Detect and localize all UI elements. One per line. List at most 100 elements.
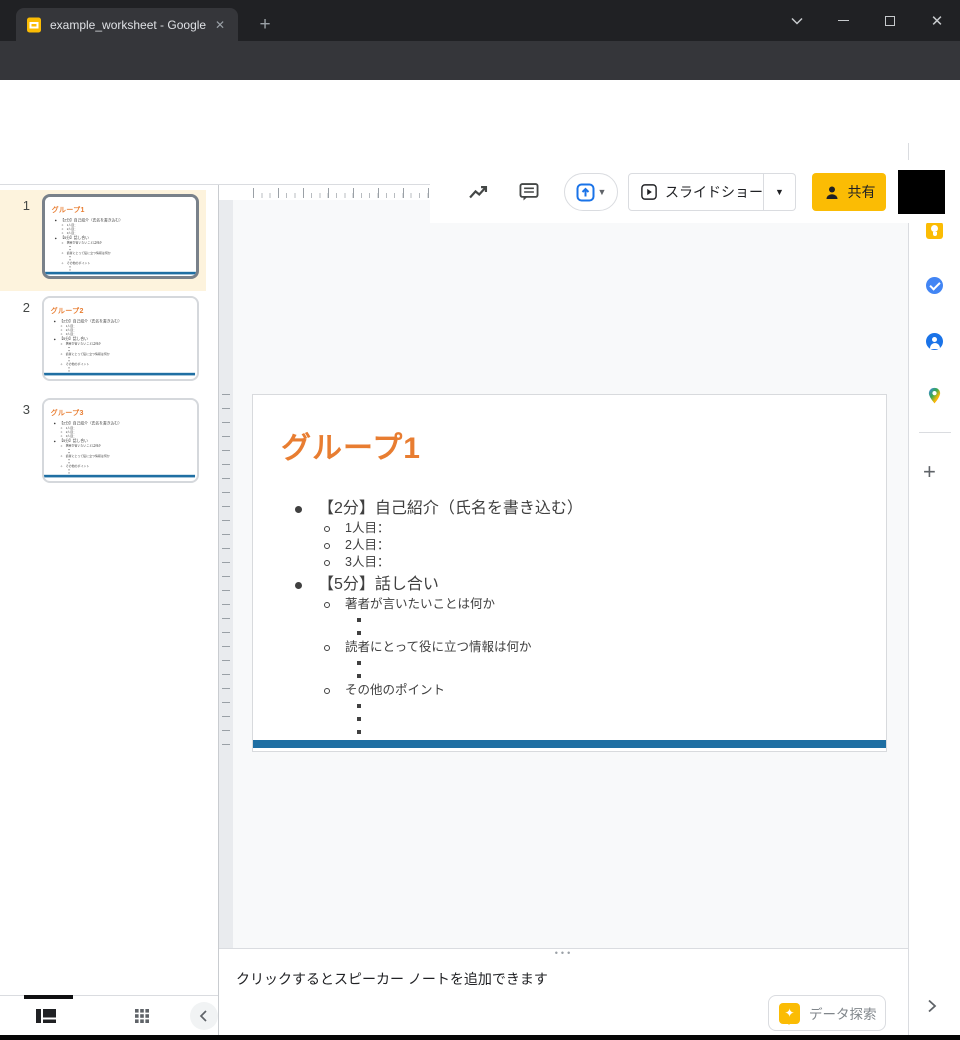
slide-title-textbox: グループ3 bbox=[51, 407, 84, 417]
bullet-text: その他のポイント bbox=[345, 683, 445, 697]
empty-bullet-line[interactable] bbox=[253, 725, 886, 738]
maps-app-icon[interactable] bbox=[926, 387, 943, 404]
tab-close-icon[interactable]: ✕ bbox=[212, 17, 228, 33]
slide-accent-bar bbox=[44, 475, 195, 478]
share-button[interactable]: 共有 bbox=[812, 173, 886, 211]
thumbnail-preview: グループ3【2分】自己紹介（氏名を書き込む）1人目：2人目：3人目：【5分】話し… bbox=[44, 400, 195, 478]
bullet-line[interactable]: 著者が言いたいことは何か bbox=[253, 596, 886, 613]
filmstrip-view-icon[interactable] bbox=[36, 1008, 56, 1024]
header-actions: ▼ スライドショー ▼ 共有 bbox=[430, 160, 960, 223]
notes-resize-handle-icon[interactable]: ••• bbox=[544, 949, 584, 957]
empty-bullet-line[interactable] bbox=[253, 669, 886, 682]
slide-title-textbox[interactable]: グループ1 bbox=[281, 423, 421, 467]
notes-placeholder[interactable]: クリックするとスピーカー ノートを追加できます bbox=[236, 969, 548, 989]
active-view-indicator bbox=[24, 995, 73, 999]
bullet-marker-icon bbox=[61, 325, 62, 326]
bullet-marker-icon bbox=[324, 543, 330, 549]
slide-body-textbox: 【2分】自己紹介（氏名を書き込む）1人目：2人目：3人目：【5分】話し合い著者が… bbox=[44, 319, 195, 376]
bullet-marker-icon bbox=[70, 249, 71, 250]
bullet-marker-icon bbox=[357, 674, 361, 678]
bullet-marker-icon bbox=[69, 472, 70, 473]
bullet-line[interactable]: 【5分】話し合い bbox=[253, 574, 886, 596]
bullet-line[interactable]: 【2分】自己紹介（氏名を書き込む） bbox=[253, 498, 886, 520]
bullet-marker-icon bbox=[324, 688, 330, 694]
bullet-text: 3人目： bbox=[66, 332, 76, 335]
bullet-marker-icon bbox=[61, 427, 62, 428]
bullet-line[interactable]: 読者にとって役に立つ情報は何か bbox=[253, 639, 886, 656]
slideshow-label: スライドショー bbox=[665, 182, 763, 202]
bullet-marker-icon bbox=[70, 266, 71, 267]
slide-accent-bar bbox=[253, 740, 886, 748]
bullet-text: 【2分】自己紹介（氏名を書き込む） bbox=[318, 500, 583, 517]
bullet-line: 3人目： bbox=[44, 434, 195, 438]
present-dropdown-caret-icon[interactable]: ▼ bbox=[598, 187, 607, 197]
bullet-marker-icon bbox=[61, 435, 62, 436]
slide-thumbnail-2[interactable]: グループ2【2分】自己紹介（氏名を書き込む）1人目：2人目：3人目：【5分】話し… bbox=[42, 296, 199, 381]
bullet-marker-icon bbox=[70, 269, 71, 270]
chevron-right-icon[interactable] bbox=[924, 998, 940, 1014]
bullet-marker-icon bbox=[61, 445, 62, 446]
contacts-app-icon[interactable] bbox=[926, 333, 943, 350]
slide-number: 3 bbox=[8, 402, 30, 417]
bullet-line[interactable]: その他のポイント bbox=[253, 682, 886, 699]
window-menu-chevron-icon[interactable] bbox=[774, 0, 820, 41]
slideshow-dropdown-button[interactable]: ▼ bbox=[764, 173, 796, 211]
bullet-text: 3人目： bbox=[67, 231, 77, 234]
bullet-marker-icon bbox=[62, 232, 63, 233]
bullet-marker-icon bbox=[55, 220, 57, 222]
empty-bullet-line[interactable] bbox=[253, 613, 886, 626]
bullet-text: 【2分】自己紹介（氏名を書き込む） bbox=[59, 421, 122, 425]
bullet-text: 【2分】自己紹介（氏名を書き込む） bbox=[59, 319, 122, 323]
browser-tab[interactable]: example_worksheet - Google スラ ✕ bbox=[16, 8, 238, 41]
bullet-marker-icon bbox=[295, 506, 302, 513]
bullet-marker-icon bbox=[61, 455, 62, 456]
bullet-marker-icon bbox=[62, 263, 63, 264]
bullet-text: 読者にとって役に立つ情報は何か bbox=[345, 640, 532, 654]
bullet-marker-icon bbox=[62, 252, 63, 253]
bullet-marker-icon bbox=[70, 256, 71, 257]
share-label: 共有 bbox=[848, 182, 876, 202]
bullet-marker-icon bbox=[69, 462, 70, 463]
bullet-text: 3人目： bbox=[345, 555, 389, 569]
empty-bullet-line[interactable] bbox=[253, 712, 886, 725]
bullet-line[interactable]: 3人目： bbox=[253, 554, 886, 571]
new-tab-button[interactable]: + bbox=[252, 12, 278, 38]
bullet-marker-icon bbox=[69, 449, 70, 450]
bullet-marker-icon bbox=[61, 466, 62, 467]
slides-header: example_worksheet ☆ ファイル編集表示挿入表示形式スライド配置 bbox=[0, 80, 960, 143]
sidebar-divider bbox=[919, 432, 951, 433]
window-bottom-edge bbox=[0, 1035, 960, 1040]
account-avatar[interactable] bbox=[898, 170, 945, 214]
bullet-marker-icon bbox=[54, 423, 56, 425]
comment-history-icon[interactable] bbox=[518, 181, 540, 203]
vertical-ruler bbox=[219, 200, 233, 948]
get-addons-button[interactable]: + bbox=[923, 461, 936, 483]
bullet-marker-icon bbox=[324, 560, 330, 566]
window-maximize-button[interactable] bbox=[867, 0, 913, 41]
empty-bullet-line[interactable] bbox=[253, 699, 886, 712]
slide-thumbnail-3[interactable]: グループ3【2分】自己紹介（氏名を書き込む）1人目：2人目：3人目：【5分】話し… bbox=[42, 398, 199, 483]
play-icon bbox=[641, 183, 657, 201]
activity-dashboard-icon[interactable] bbox=[467, 181, 489, 203]
window-minimize-button[interactable] bbox=[820, 0, 866, 41]
empty-bullet-line[interactable] bbox=[253, 626, 886, 639]
window-close-button[interactable]: ✕ bbox=[914, 0, 960, 41]
browser-toolbar: ← → ↻ docs.google.com /presentation/d/ ☆… bbox=[0, 41, 960, 80]
tasks-app-icon[interactable] bbox=[926, 277, 943, 294]
bullet-marker-icon bbox=[69, 350, 70, 351]
bullet-text: 【5分】話し合い bbox=[318, 576, 439, 593]
bullet-line[interactable]: 2人目： bbox=[253, 537, 886, 554]
slideshow-button[interactable]: スライドショー bbox=[628, 173, 764, 211]
present-button[interactable]: ▼ bbox=[564, 173, 618, 211]
collapse-filmstrip-button[interactable] bbox=[190, 1002, 218, 1030]
slide-thumbnail-1[interactable]: グループ1【2分】自己紹介（氏名を書き込む）1人目：2人目：3人目：【5分】話し… bbox=[42, 194, 199, 279]
bullet-line[interactable]: 1人目： bbox=[253, 520, 886, 537]
grid-view-icon[interactable] bbox=[134, 1008, 150, 1024]
explore-button[interactable]: ✦ データ探索 bbox=[768, 995, 886, 1031]
slide-body-textbox[interactable]: 【2分】自己紹介（氏名を書き込む） 1人目：2人目：3人目： 【5分】話し合い著者が… bbox=[253, 498, 886, 738]
empty-bullet-line[interactable] bbox=[253, 656, 886, 669]
bullet-text: 3人目： bbox=[66, 434, 76, 437]
keep-app-icon[interactable] bbox=[926, 222, 943, 239]
slide-body-textbox: 【2分】自己紹介（氏名を書き込む）1人目：2人目：3人目：【5分】話し合い著者が… bbox=[45, 218, 196, 275]
current-slide[interactable]: グループ1 【2分】自己紹介（氏名を書き込む） 1人目：2人目：3人目： 【5分】話し… bbox=[252, 394, 887, 752]
